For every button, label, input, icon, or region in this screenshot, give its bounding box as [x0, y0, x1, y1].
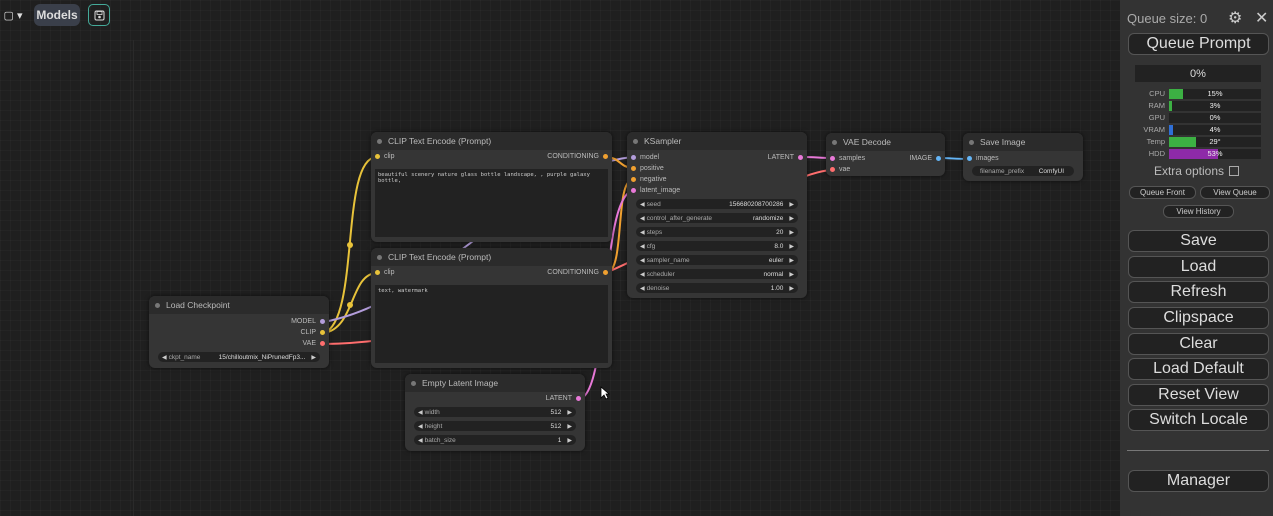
- monitor-temp: Temp 29°: [1135, 136, 1261, 147]
- output-slot-clip[interactable]: CLIP: [300, 329, 325, 336]
- seed-widget[interactable]: ◀ seed 156680208700286 ▶: [636, 199, 798, 209]
- control-after-generate-widget[interactable]: ◀ control_after_generate randomize ▶: [636, 213, 798, 223]
- node-title: CLIP Text Encode (Prompt): [388, 136, 492, 146]
- workflow-menu-button[interactable]: ▢ ▾: [0, 4, 26, 26]
- vae-decode-node[interactable]: VAE Decode samples vae IMAGE: [826, 133, 945, 176]
- node-title: VAE Decode: [843, 137, 892, 147]
- node-status-dot: [411, 380, 416, 386]
- output-slot-image[interactable]: IMAGE: [909, 155, 941, 162]
- monitor-gpu: GPU 0%: [1135, 112, 1261, 123]
- scheduler-widget[interactable]: ◀ scheduler normal ▶: [636, 269, 798, 279]
- save-workflow-icon[interactable]: [88, 4, 110, 26]
- queue-size-label: Queue size: 0: [1127, 11, 1208, 26]
- manager-button[interactable]: Manager: [1128, 470, 1269, 492]
- save-button[interactable]: Save: [1128, 230, 1269, 252]
- view-queue-button[interactable]: View Queue: [1200, 186, 1270, 199]
- load-button[interactable]: Load: [1128, 256, 1269, 278]
- input-slot-negative[interactable]: negative: [631, 176, 666, 183]
- prompt-textarea[interactable]: text, watermark: [375, 285, 608, 363]
- node-title: Empty Latent Image: [422, 378, 499, 388]
- ckpt-name-combo[interactable]: ◀ ckpt_name 15/chilloutmix_NiPrunedFp3... ▶: [158, 352, 320, 362]
- monitor-vram: VRAM 4%: [1135, 124, 1261, 135]
- output-slot-conditioning[interactable]: CONDITIONING: [547, 153, 608, 160]
- node-title: Save Image: [980, 137, 1026, 147]
- node-title: Load Checkpoint: [166, 300, 230, 310]
- width-widget[interactable]: ◀ width 512 ▶: [414, 407, 576, 417]
- canvas-guide-line: [133, 40, 134, 516]
- node-canvas[interactable]: ▢ ▾ Models CLIP Text Encode (Prompt) cli…: [0, 0, 1120, 516]
- steps-widget[interactable]: ◀ steps 20 ▶: [636, 227, 798, 237]
- input-slot-vae[interactable]: vae: [830, 166, 850, 173]
- clear-button[interactable]: Clear: [1128, 333, 1269, 355]
- view-history-button[interactable]: View History: [1163, 205, 1234, 218]
- node-title: CLIP Text Encode (Prompt): [388, 252, 492, 262]
- load-checkpoint-node[interactable]: Load Checkpoint MODEL CLIP VAE ◀ ckpt_nam…: [149, 296, 329, 368]
- input-slot-model[interactable]: model: [631, 154, 659, 161]
- wire-clip-neg: [323, 272, 377, 334]
- node-status-dot: [377, 138, 382, 144]
- output-slot-conditioning[interactable]: CONDITIONING: [547, 269, 608, 276]
- input-slot-latent-image[interactable]: latent_image: [631, 187, 680, 194]
- models-button[interactable]: Models: [34, 4, 80, 26]
- monitor-hdd: HDD 53%: [1135, 148, 1261, 159]
- output-slot-model[interactable]: MODEL: [291, 318, 325, 325]
- node-status-dot: [377, 254, 382, 260]
- progress-bar: 0%: [1135, 65, 1261, 82]
- input-slot-samples[interactable]: samples: [830, 155, 865, 162]
- extra-options-checkbox[interactable]: [1229, 166, 1240, 176]
- denoise-widget[interactable]: ◀ denoise 1.00 ▶: [636, 283, 798, 293]
- queue-prompt-button[interactable]: Queue Prompt: [1128, 33, 1269, 55]
- refresh-button[interactable]: Refresh: [1128, 281, 1269, 303]
- batch-size-widget[interactable]: ◀ batch_size 1 ▶: [414, 435, 576, 445]
- node-status-dot: [633, 138, 638, 144]
- close-icon[interactable]: ✕: [1255, 8, 1268, 28]
- load-default-button[interactable]: Load Default: [1128, 358, 1269, 380]
- empty-latent-image-node[interactable]: Empty Latent Image LATENT ◀ width 512 ▶ ◀ he…: [405, 374, 585, 451]
- mouse-cursor-icon: [600, 386, 611, 403]
- switch-locale-button[interactable]: Switch Locale: [1128, 409, 1269, 431]
- gear-icon[interactable]: ⚙: [1228, 8, 1242, 28]
- wire-clip-pos: [323, 156, 377, 334]
- height-widget[interactable]: ◀ height 512 ▶: [414, 421, 576, 431]
- node-status-dot: [832, 139, 837, 145]
- sampler-name-widget[interactable]: ◀ sampler_name euler ▶: [636, 255, 798, 265]
- panel-divider: [1127, 450, 1269, 451]
- queue-side-panel: Queue size: 0 ⚙ ✕ Queue Prompt 0% CPU 15%…: [1120, 0, 1273, 516]
- node-title: KSampler: [644, 136, 682, 146]
- ksampler-node[interactable]: KSampler model positive negative latent_…: [627, 132, 807, 298]
- input-slot-clip[interactable]: clip: [375, 269, 395, 276]
- output-slot-vae[interactable]: VAE: [303, 340, 325, 347]
- filename-prefix-widget[interactable]: filename_prefix ComfyUI: [972, 166, 1074, 176]
- clip-text-encode-positive-node[interactable]: CLIP Text Encode (Prompt) clip CONDITION…: [371, 132, 612, 242]
- output-slot-latent[interactable]: LATENT: [546, 395, 581, 402]
- node-status-dot: [155, 302, 160, 308]
- clip-text-encode-negative-node[interactable]: CLIP Text Encode (Prompt) clip CONDITION…: [371, 248, 612, 368]
- queue-front-button[interactable]: Queue Front: [1129, 186, 1196, 199]
- extra-options-toggle[interactable]: Extra options: [1120, 164, 1273, 178]
- output-slot-latent[interactable]: LATENT: [768, 154, 803, 161]
- cfg-widget[interactable]: ◀ cfg 8.0 ▶: [636, 241, 798, 251]
- save-image-node[interactable]: Save Image images filename_prefix ComfyUI: [963, 133, 1083, 181]
- prompt-textarea[interactable]: beautiful scenery nature glass bottle la…: [375, 169, 608, 237]
- monitor-ram: RAM 3%: [1135, 100, 1261, 111]
- node-status-dot: [969, 139, 974, 145]
- input-slot-positive[interactable]: positive: [631, 165, 664, 172]
- reset-view-button[interactable]: Reset View: [1128, 384, 1269, 406]
- monitor-cpu: CPU 15%: [1135, 88, 1261, 99]
- input-slot-images[interactable]: images: [967, 155, 999, 162]
- input-slot-clip[interactable]: clip: [375, 153, 395, 160]
- clipspace-button[interactable]: Clipspace: [1128, 307, 1269, 329]
